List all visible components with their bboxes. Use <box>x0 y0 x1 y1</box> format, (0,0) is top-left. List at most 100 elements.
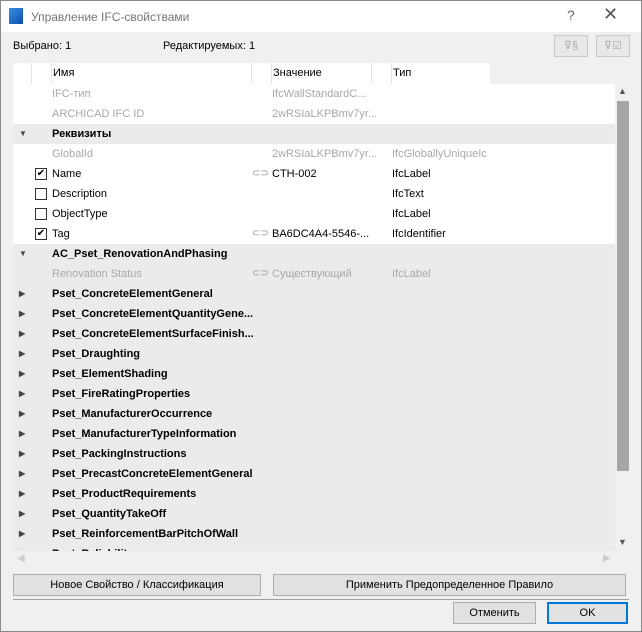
property-value: 2wRSIaLKPBmv7yr... <box>272 108 378 120</box>
link-icon: ⊂⊃ <box>252 228 269 239</box>
property-name: IFC-тип <box>52 88 91 100</box>
property-checkbox[interactable] <box>35 208 47 220</box>
archicad-logo-icon <box>9 8 23 24</box>
scroll-right-icon[interactable]: ▶ <box>603 553 611 564</box>
property-name: Pset_ManufacturerTypeInformation <box>52 428 237 440</box>
property-name: Pset_PackingInstructions <box>52 448 187 460</box>
collapsed-triangle-icon[interactable]: ▶ <box>19 504 25 524</box>
collapsed-triangle-icon[interactable]: ▶ <box>19 524 25 544</box>
property-value[interactable]: CTH-002 <box>272 164 317 184</box>
cancel-button[interactable]: Отменить <box>453 602 536 624</box>
property-set-row[interactable]: ▶ Pset_ElementShading <box>13 364 615 384</box>
property-name: Pset_ElementShading <box>52 368 168 380</box>
property-name: Description <box>52 188 108 200</box>
property-set-row[interactable]: ▶ Pset_QuantityTakeOff <box>13 504 615 524</box>
property-set-row[interactable]: ▶ Pset_FireRatingProperties <box>13 384 615 404</box>
property-name: Pset_FireRatingProperties <box>52 388 191 400</box>
property-row[interactable]: Description IfcText <box>13 184 615 204</box>
property-set-row[interactable]: ▶ Pset_PrecastConcreteElementGeneral <box>13 464 615 484</box>
property-type: IfcText <box>392 188 424 200</box>
property-name: Tag <box>52 228 70 240</box>
property-row[interactable]: IFC-тип IfcWallStandardC... <box>13 84 615 104</box>
filter-checked-button[interactable]: ⊽☑ <box>596 35 630 57</box>
property-set-row[interactable]: ▶ Pset_Draughting <box>13 344 615 364</box>
property-row[interactable]: ✔ Name ⊂⊃ CTH-002 IfcLabel <box>13 164 615 184</box>
help-button[interactable]: ? <box>567 7 575 23</box>
filter-checked-icon: ⊽☑ <box>604 40 622 52</box>
vertical-scrollbar[interactable]: ▲ ▼ <box>615 84 629 551</box>
scroll-down-icon[interactable]: ▼ <box>618 537 627 547</box>
collapsed-triangle-icon[interactable]: ▶ <box>19 304 25 324</box>
collapsed-triangle-icon[interactable]: ▶ <box>19 464 25 484</box>
scroll-left-icon[interactable]: ◀ <box>17 553 25 564</box>
property-row[interactable]: ✔ Tag ⊂⊃ BA6DC4A4-5546-... IfcIdentifier <box>13 224 615 244</box>
collapsed-triangle-icon[interactable]: ▶ <box>19 344 25 364</box>
horizontal-scrollbar[interactable]: ◀ ▶ <box>13 553 615 567</box>
property-type: IfcIdentifier <box>392 228 446 240</box>
property-set-row[interactable]: ▶ Pset_ReinforcementBarPitchOfWall <box>13 524 615 544</box>
collapsed-triangle-icon[interactable]: ▶ <box>19 284 25 304</box>
property-row[interactable]: ARCHICAD IFC ID 2wRSIaLKPBmv7yr... <box>13 104 615 124</box>
property-name: Pset_ConcreteElementQuantityGene... <box>52 308 254 320</box>
property-set-row[interactable]: ▶ Pset_ProductRequirements <box>13 484 615 504</box>
property-row[interactable]: Renovation Status ⊂⊃ Существующий IfcLabel <box>13 264 615 284</box>
property-type: IfcLabel <box>392 168 431 180</box>
property-type: IfcGloballyUniqueIc <box>392 148 487 160</box>
property-name: Pset_ConcreteElementGeneral <box>52 288 213 300</box>
filter-property-button[interactable]: ⊽§ <box>554 35 588 57</box>
collapsed-triangle-icon[interactable]: ▶ <box>19 544 25 551</box>
property-checkbox[interactable]: ✔ <box>35 228 47 240</box>
property-name: ObjectType <box>52 208 108 220</box>
property-name: Pset_Reliability <box>52 544 133 551</box>
close-button[interactable]: ✕ <box>603 4 618 25</box>
window-title: Управление IFC-свойствами <box>31 10 190 24</box>
property-set-row[interactable]: ▶ Pset_ManufacturerTypeInformation <box>13 424 615 444</box>
property-name: AC_Pset_RenovationAndPhasing <box>52 248 228 260</box>
collapsed-triangle-icon[interactable]: ▶ <box>19 404 25 424</box>
divider <box>13 599 629 600</box>
property-value[interactable]: BA6DC4A4-5546-... <box>272 224 369 244</box>
property-value: Существующий <box>272 268 352 280</box>
property-set-row[interactable]: ▶ Pset_ConcreteElementGeneral <box>13 284 615 304</box>
property-set-row[interactable]: ▶ Pset_ManufacturerOccurrence <box>13 404 615 424</box>
property-type: IfcLabel <box>392 268 431 280</box>
collapsed-triangle-icon[interactable]: ▶ <box>19 424 25 444</box>
column-header-value[interactable]: Значение <box>271 63 371 84</box>
property-set-row[interactable]: ▼ AC_Pset_RenovationAndPhasing <box>13 244 615 264</box>
property-set-row[interactable]: ▼ Реквизиты <box>13 124 615 144</box>
collapsed-triangle-icon[interactable]: ▶ <box>19 324 25 344</box>
expanded-triangle-icon[interactable]: ▼ <box>19 124 27 144</box>
property-name: Реквизиты <box>52 128 112 140</box>
collapsed-triangle-icon[interactable]: ▶ <box>19 384 25 404</box>
property-row[interactable]: ObjectType IfcLabel <box>13 204 615 224</box>
collapsed-triangle-icon[interactable]: ▶ <box>19 364 25 384</box>
property-set-row[interactable]: ▶ Pset_ConcreteElementSurfaceFinish... <box>13 324 615 344</box>
property-set-row[interactable]: ▶ Pset_PackingInstructions <box>13 444 615 464</box>
property-row[interactable]: GlobalId 2wRSIaLKPBmv7yr... IfcGloballyUni… <box>13 144 615 164</box>
property-value: 2wRSIaLKPBmv7yr... <box>272 148 378 160</box>
property-value: IfcWallStandardC... <box>272 88 367 100</box>
scrollbar-thumb[interactable] <box>617 101 629 471</box>
new-property-button[interactable]: Новое Свойство / Классификация <box>13 574 261 596</box>
property-name: Pset_ConcreteElementSurfaceFinish... <box>52 328 254 340</box>
apply-rule-button[interactable]: Применить Предопределенное Правило <box>273 574 626 596</box>
ok-button[interactable]: OK <box>547 602 628 624</box>
property-checkbox[interactable]: ✔ <box>35 168 47 180</box>
property-name: Pset_QuantityTakeOff <box>52 508 167 520</box>
property-set-row[interactable]: ▶ Pset_Reliability <box>13 544 615 551</box>
property-set-row[interactable]: ▶ Pset_ConcreteElementQuantityGene... <box>13 304 615 324</box>
collapsed-triangle-icon[interactable]: ▶ <box>19 484 25 504</box>
column-header-name[interactable]: Имя <box>51 63 251 84</box>
property-name: Pset_Draughting <box>52 348 141 360</box>
selected-count: Выбрано: 1 <box>13 40 72 52</box>
expanded-triangle-icon[interactable]: ▼ <box>19 244 27 264</box>
scroll-up-icon[interactable]: ▲ <box>618 86 627 96</box>
link-icon: ⊂⊃ <box>252 168 269 179</box>
property-name: Pset_ManufacturerOccurrence <box>52 408 213 420</box>
property-checkbox[interactable] <box>35 188 47 200</box>
filter-property-icon: ⊽§ <box>563 40 579 52</box>
column-header-type[interactable]: Тип <box>391 63 490 84</box>
property-name: Pset_ReinforcementBarPitchOfWall <box>52 528 239 540</box>
property-type: IfcLabel <box>392 208 431 220</box>
collapsed-triangle-icon[interactable]: ▶ <box>19 444 25 464</box>
